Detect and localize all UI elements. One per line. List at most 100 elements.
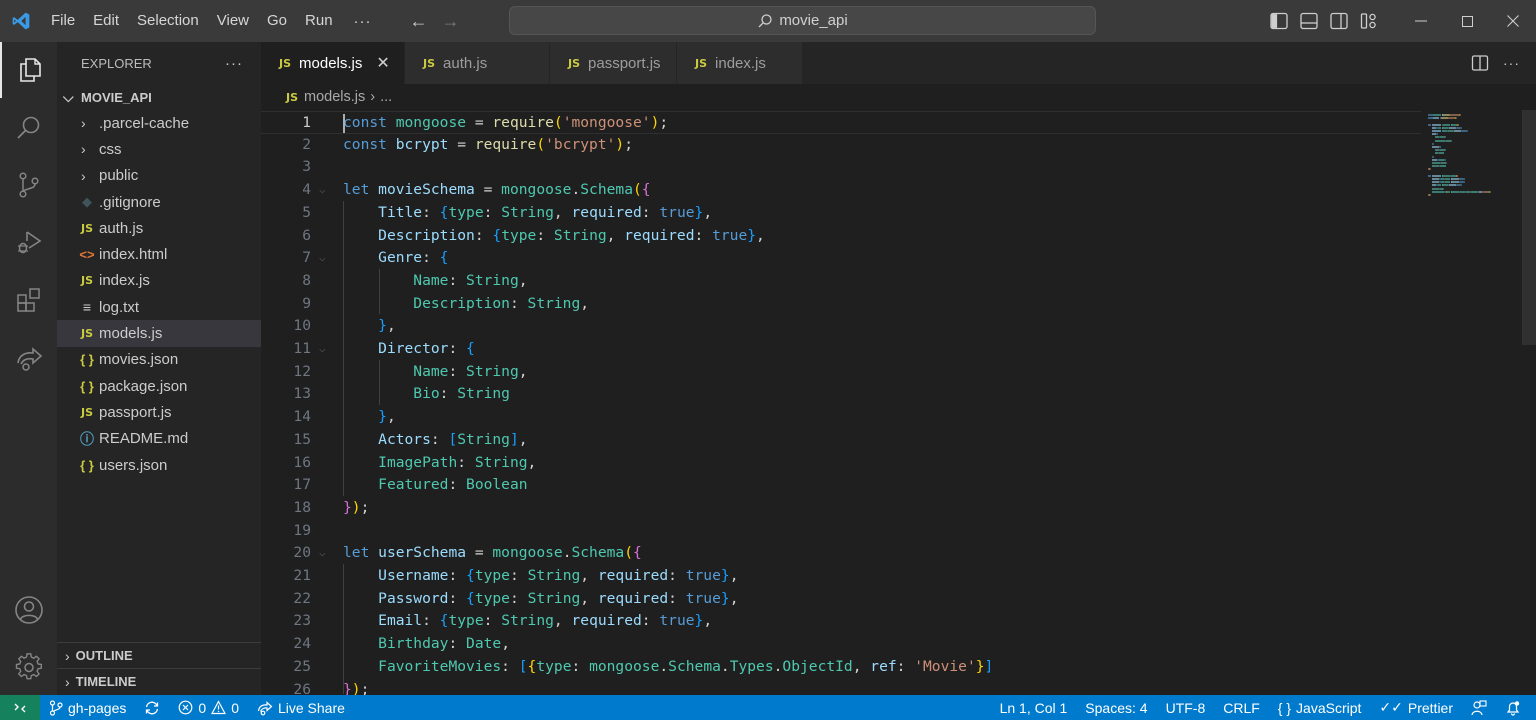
toggle-primary-sidebar-icon[interactable]: [1270, 12, 1288, 30]
minimap[interactable]: [1422, 110, 1522, 695]
tree-file-log-txt[interactable]: ≡ log.txt: [57, 294, 261, 320]
branch-status[interactable]: gh-pages: [40, 695, 135, 720]
code-token: }: [343, 680, 352, 696]
code-text: },: [343, 315, 396, 338]
activity-explorer[interactable]: [0, 42, 57, 98]
outline-section[interactable]: › OUTLINE: [57, 642, 261, 668]
tab-label: passport.js: [588, 54, 661, 72]
menu-selection[interactable]: Selection: [128, 0, 208, 42]
cursor-position-status[interactable]: Ln 1, Col 1: [991, 695, 1077, 720]
text-cursor: [343, 114, 345, 133]
editor-more-actions-button[interactable]: ···: [1503, 55, 1520, 71]
menu-more-button[interactable]: ···: [342, 13, 384, 30]
activity-extensions[interactable]: [0, 272, 57, 328]
tree-file-package-json[interactable]: { } package.json: [57, 373, 261, 399]
minimap-token: [1451, 190, 1459, 193]
minimap-token: [1451, 139, 1453, 142]
code-token: Title: [378, 203, 423, 221]
fold-chevron-icon[interactable]: ⌵: [319, 247, 326, 270]
encoding-status[interactable]: UTF-8: [1157, 695, 1215, 720]
command-center-search[interactable]: movie_api: [509, 6, 1096, 35]
language-mode-status[interactable]: { } JavaScript: [1269, 695, 1371, 720]
code-editor[interactable]: 1 const mongoose = require('mongoose'); 2 c…: [261, 110, 1536, 695]
minimize-button[interactable]: [1398, 0, 1444, 42]
menu-run[interactable]: Run: [296, 0, 342, 42]
close-window-button[interactable]: [1490, 0, 1536, 42]
code-token: ,: [553, 203, 572, 221]
tree-folder-css[interactable]: › css: [57, 136, 261, 162]
line-number: 8: [302, 271, 311, 289]
tree-file-passport-js[interactable]: JS passport.js: [57, 399, 261, 425]
tree-file-users-json[interactable]: { } users.json: [57, 452, 261, 478]
remote-indicator-button[interactable]: [0, 695, 40, 720]
forward-arrow-icon[interactable]: →: [442, 11, 460, 32]
tab-index-js[interactable]: JS index.js: [677, 42, 803, 84]
tree-folder-parcel-cache[interactable]: › .parcel-cache: [57, 110, 261, 136]
code-token: ): [351, 680, 361, 696]
code-line: 3: [261, 156, 1421, 179]
live-share-button[interactable]: Live Share: [248, 695, 354, 720]
notifications-button[interactable]: [1496, 695, 1530, 720]
tree-file-movies-json[interactable]: { } movies.json: [57, 347, 261, 373]
close-tab-icon[interactable]: ✕: [376, 53, 389, 73]
code-text: Birthday: Date,: [343, 633, 510, 656]
activity-run-debug[interactable]: [0, 214, 57, 270]
split-editor-icon[interactable]: [1471, 54, 1489, 72]
activity-accounts[interactable]: [0, 582, 57, 638]
vertical-scrollbar[interactable]: [1522, 110, 1536, 345]
tree-file-readme-md[interactable]: ⓘ README.md: [57, 426, 261, 452]
back-arrow-icon[interactable]: ←: [410, 11, 428, 32]
tab-models-js[interactable]: JS models.js ✕: [261, 42, 405, 84]
tree-item-label: index.html: [99, 246, 168, 264]
tree-file-gitignore[interactable]: ◆ .gitignore: [57, 189, 261, 215]
customize-layout-icon[interactable]: [1360, 12, 1378, 30]
explorer-more-button[interactable]: ···: [225, 55, 243, 72]
menu-go[interactable]: Go: [258, 0, 296, 42]
tree-file-auth-js[interactable]: JS auth.js: [57, 215, 261, 241]
files-icon: [19, 58, 41, 82]
workspace-root-folder[interactable]: ⌵ MOVIE_API: [57, 84, 261, 110]
feedback-button[interactable]: [1462, 695, 1496, 720]
code-token: Bio: [413, 385, 440, 403]
activity-manage[interactable]: [0, 639, 57, 695]
tab-passport-js[interactable]: JS passport.js: [550, 42, 677, 84]
eol-status[interactable]: CRLF: [1214, 695, 1269, 720]
line-number: 24: [293, 635, 311, 653]
tree-file-index-js[interactable]: JS index.js: [57, 268, 261, 294]
minimap-token: [1448, 184, 1456, 187]
breadcrumb-symbols[interactable]: ...: [380, 89, 392, 105]
tab-auth-js[interactable]: JS auth.js: [405, 42, 550, 84]
indentation-status[interactable]: Spaces: 4: [1076, 695, 1156, 720]
fold-chevron-icon[interactable]: ⌵: [319, 338, 326, 361]
toggle-panel-icon[interactable]: [1300, 12, 1318, 30]
sync-button[interactable]: [135, 695, 169, 720]
minimap-token: [1431, 181, 1439, 184]
code-token: required: [597, 589, 669, 607]
code-token: bcrypt: [395, 135, 449, 153]
fold-chevron-icon[interactable]: ⌵: [319, 542, 326, 565]
vscode-logo-icon[interactable]: [0, 0, 42, 42]
problems-status[interactable]: 0 0: [169, 695, 248, 720]
tree-item-label: index.js: [99, 272, 150, 290]
activity-search[interactable]: [0, 100, 57, 156]
breadcrumb-file[interactable]: models.js: [304, 89, 365, 105]
minimap-token: [1451, 181, 1459, 184]
code-token: :: [641, 203, 660, 221]
indent-guide: [343, 201, 344, 496]
activity-source-control[interactable]: [0, 157, 57, 213]
tree-folder-public[interactable]: › public: [57, 163, 261, 189]
tree-file-index-html[interactable]: <> index.html: [57, 241, 261, 267]
activity-live-share[interactable]: [0, 330, 57, 386]
prettier-status[interactable]: ✓✓ Prettier: [1370, 695, 1462, 720]
menu-view[interactable]: View: [208, 0, 258, 42]
menu-edit[interactable]: Edit: [84, 0, 128, 42]
fold-chevron-icon[interactable]: ⌵: [319, 179, 326, 202]
timeline-section[interactable]: › TIMELINE: [57, 668, 261, 694]
maximize-button[interactable]: [1444, 0, 1490, 42]
toggle-secondary-sidebar-icon[interactable]: [1330, 12, 1348, 30]
tree-file-models-js[interactable]: JS models.js: [57, 320, 261, 347]
menu-file[interactable]: File: [42, 0, 84, 42]
